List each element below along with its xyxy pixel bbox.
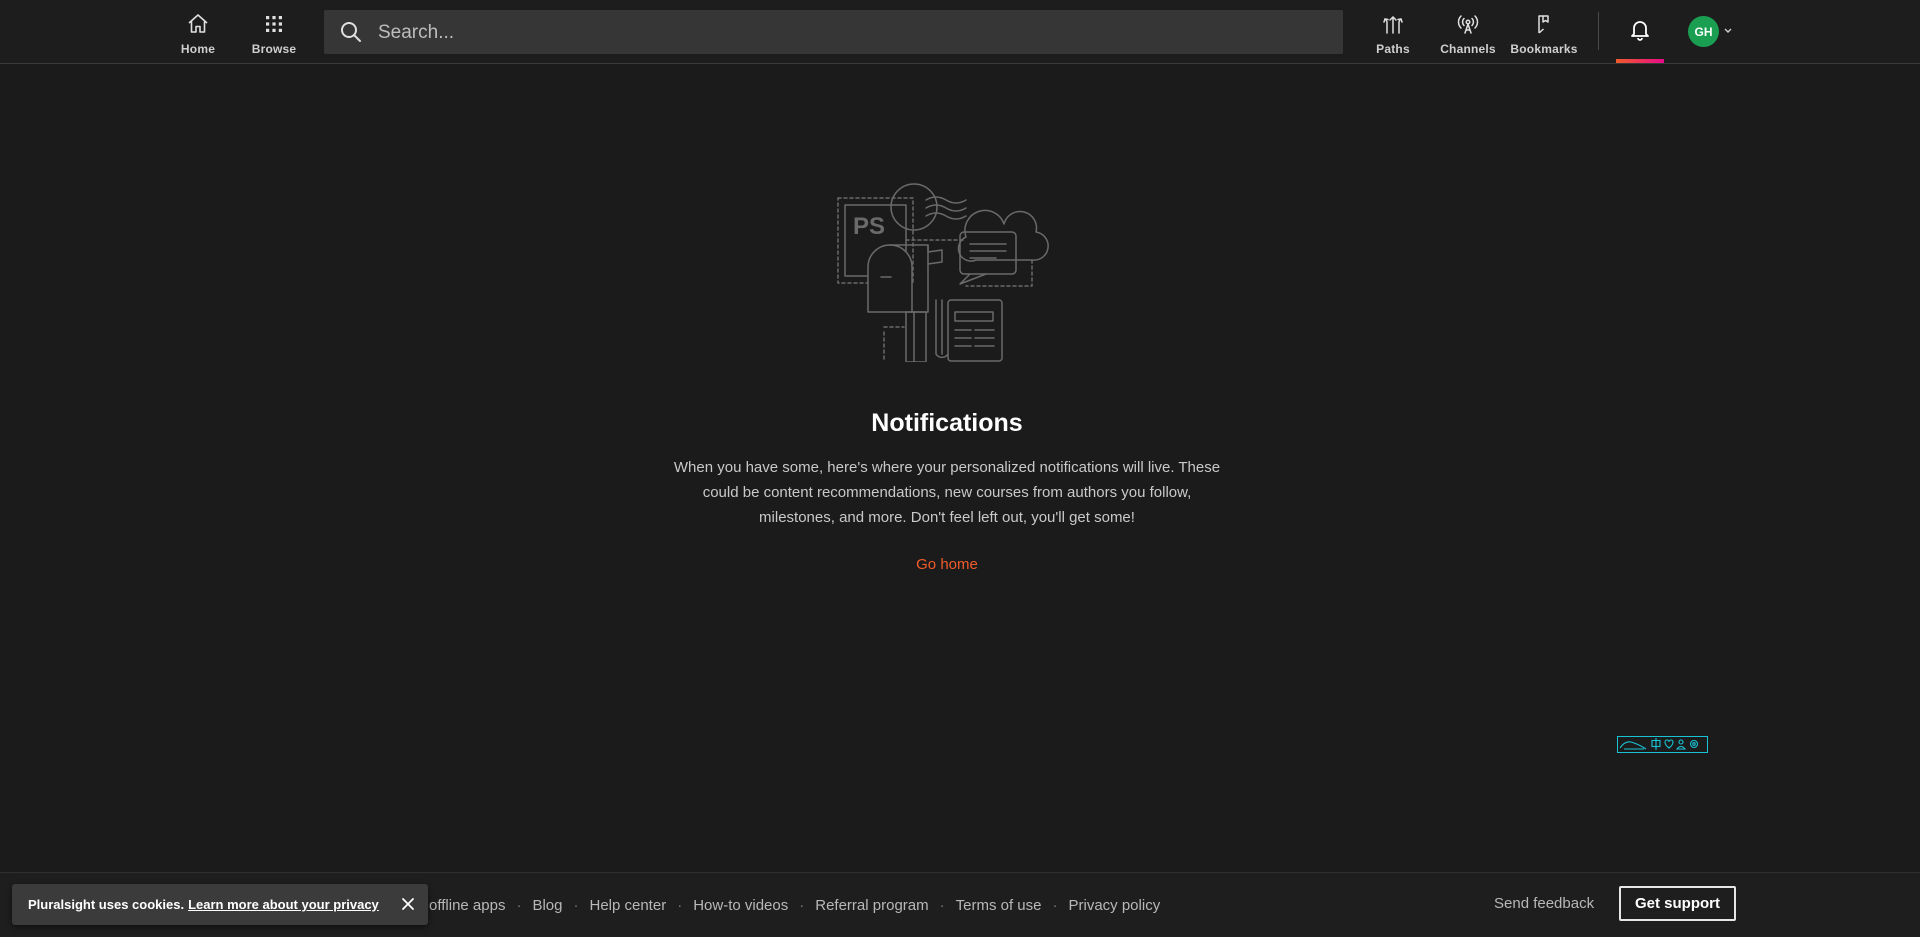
go-home-link[interactable]: Go home <box>0 556 1894 573</box>
nav-channels-label: Channels <box>1440 42 1496 56</box>
paths-icon <box>1383 16 1403 34</box>
search-input[interactable] <box>376 10 1320 56</box>
send-feedback-link[interactable]: Send feedback <box>1494 895 1594 912</box>
top-navigation: Home Browse Paths <box>0 0 1920 64</box>
search-icon <box>341 22 361 42</box>
nav-channels[interactable]: Channels <box>1433 0 1503 63</box>
nav-browse-label: Browse <box>251 42 297 56</box>
footer-separator: · <box>516 896 522 914</box>
footer-separator: · <box>573 896 579 914</box>
widget-icons <box>1619 738 1699 750</box>
footer-separator: · <box>677 896 683 914</box>
footer-link-terms-of-use[interactable]: Terms of use <box>956 897 1042 914</box>
broadcast-icon <box>1457 15 1479 34</box>
footer-link-blog[interactable]: Blog <box>532 897 562 914</box>
footer-link-help-center[interactable]: Help center <box>589 897 666 914</box>
chevron-down-icon[interactable] <box>1723 27 1733 35</box>
close-icon[interactable] <box>400 896 416 912</box>
footer-separator: · <box>799 896 805 914</box>
nav-browse[interactable]: Browse <box>239 0 309 63</box>
avatar-initials: GH <box>1694 24 1713 39</box>
notifications-button[interactable] <box>1616 0 1664 63</box>
nav-paths[interactable]: Paths <box>1358 0 1428 63</box>
nav-paths-label: Paths <box>1376 42 1410 56</box>
home-icon <box>188 14 208 33</box>
avatar[interactable]: GH <box>1688 16 1719 47</box>
nav-home-label: Home <box>180 42 216 56</box>
get-support-button[interactable]: Get support <box>1619 886 1736 921</box>
footer-links: offline apps · Blog · Help center · How-… <box>429 895 1160 915</box>
footer-link-how-to-videos[interactable]: How-to videos <box>693 897 788 914</box>
nav-divider <box>1598 12 1599 50</box>
cookie-banner-text: Pluralsight uses cookies. <box>28 897 185 912</box>
footer-separator: · <box>1052 896 1058 914</box>
bookmark-icon <box>1538 15 1549 34</box>
footer-separator: · <box>939 896 945 914</box>
empty-state-description: When you have some, here's where your pe… <box>673 459 1221 526</box>
footer-link-offline-apps[interactable]: offline apps <box>429 897 505 914</box>
active-indicator <box>1616 59 1664 63</box>
grid-icon <box>266 16 282 32</box>
floating-widget[interactable] <box>1617 736 1708 753</box>
nav-home[interactable]: Home <box>163 0 233 63</box>
footer-link-referral-program[interactable]: Referral program <box>815 897 928 914</box>
nav-bookmarks-label: Bookmarks <box>1510 42 1578 56</box>
nav-bookmarks[interactable]: Bookmarks <box>1509 0 1579 63</box>
illustration-stamp-text: PS <box>853 213 885 240</box>
notifications-illustration: PS <box>837 183 1049 362</box>
footer-link-privacy-policy[interactable]: Privacy policy <box>1069 897 1161 914</box>
search-bar <box>324 10 1343 56</box>
privacy-link[interactable]: Learn more about your privacy <box>188 897 379 912</box>
bell-icon <box>1631 21 1649 41</box>
page-title: Notifications <box>871 409 1023 437</box>
cookie-banner: Pluralsight uses cookies. Learn more abo… <box>12 884 428 925</box>
